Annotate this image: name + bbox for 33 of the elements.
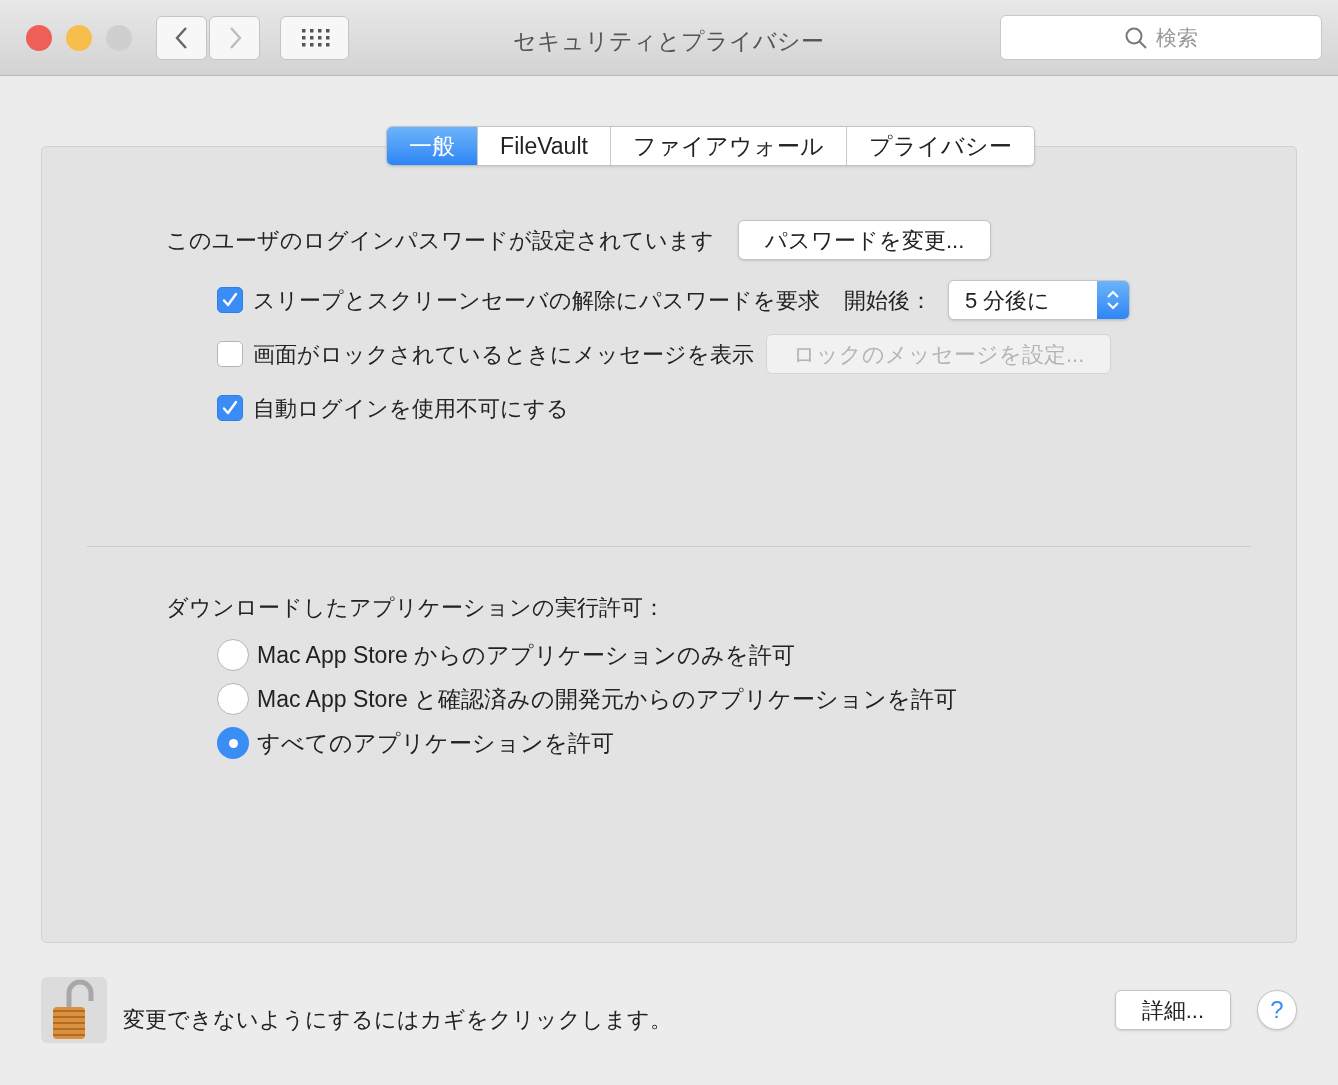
window-title: セキュリティとプライバシー [513,27,824,56]
checkbox-label: 自動ログインを使用不可にする [253,394,569,423]
tab[interactable]: FileVault [477,127,610,165]
delay-popup[interactable]: 5 分後に [948,280,1130,320]
padlock-icon[interactable] [41,977,107,1043]
details-button[interactable]: 詳細... [1114,990,1231,1030]
checkbox-label: 画面がロックされているときにメッセージを表示 [253,340,754,369]
checkbox[interactable] [217,395,243,421]
radio-label: すべてのアプリケーションを許可 [257,728,614,758]
radio-button[interactable] [217,683,249,715]
radio-button[interactable] [217,727,249,759]
downloads-label: ダウンロードしたアプリケーションの実行許可： [166,594,666,622]
window-control[interactable] [66,24,92,51]
grid-icon [299,27,330,48]
checkmark-icon [221,399,239,417]
checkbox[interactable] [217,287,243,313]
tab[interactable]: ファイアウォール [609,127,846,165]
checkbox-label: スリープとスクリーンセーバの解除にパスワードを要求 [253,286,820,315]
grid-button[interactable] [280,15,349,60]
tab[interactable]: プライバシー [845,127,1034,165]
radio-label: Mac App Store からのアプリケーションのみを許可 [257,640,796,670]
stepper-icon [1097,281,1129,319]
checkbox[interactable] [217,341,243,367]
radio-label: Mac App Store と確認済みの開発元からのアプリケーションを許可 [257,684,958,714]
back-button[interactable] [156,15,207,60]
delay-label: 開始後： [844,286,932,315]
radio-button[interactable] [217,639,249,671]
change-password-button[interactable]: パスワードを変更... [738,220,992,260]
lock-hint-text: 変更できないようにするにはカギをクリックします。 [123,1005,672,1034]
checkmark-icon [221,291,239,309]
window-control[interactable] [26,24,52,51]
search-icon [1124,25,1148,50]
password-status-label: このユーザのログインパスワードが設定されています [166,226,714,255]
